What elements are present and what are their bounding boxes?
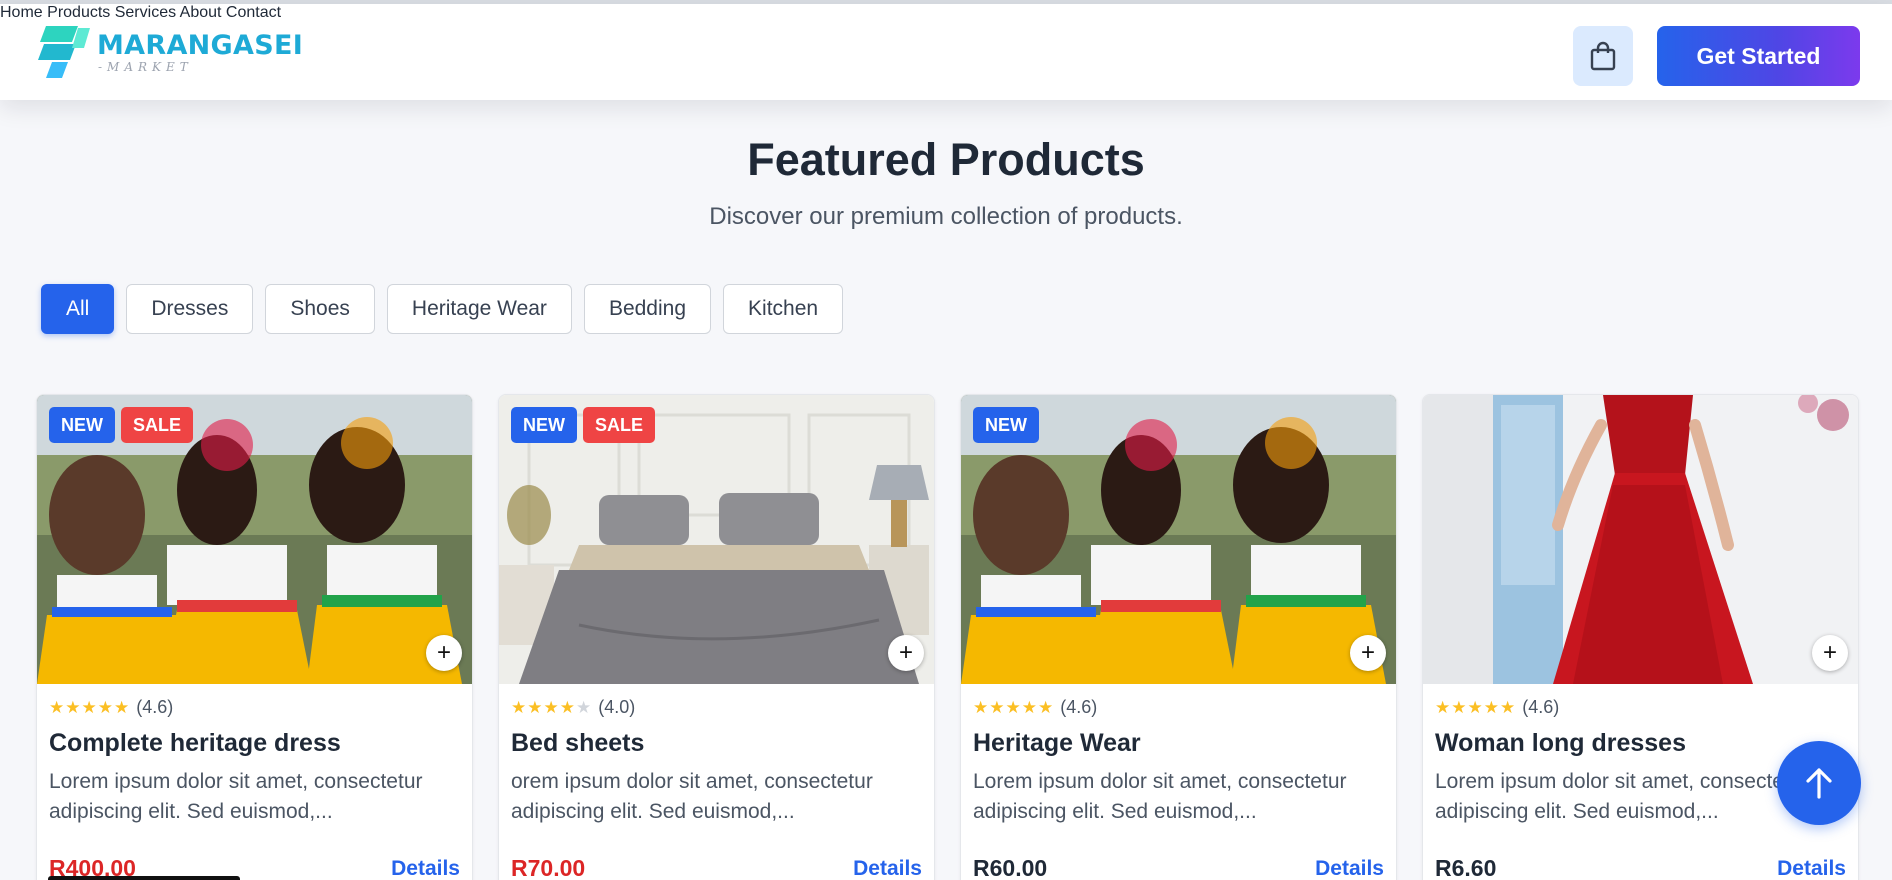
product-description: orem ipsum dolor sit amet, consectetur a…	[511, 767, 929, 827]
filter-all[interactable]: All	[41, 284, 115, 334]
nav-contact[interactable]: Contact	[226, 4, 281, 21]
sale-badge: SALE	[121, 407, 194, 443]
plus-icon[interactable]: +	[888, 635, 924, 671]
plus-icon[interactable]: +	[1812, 635, 1848, 671]
brand-logo[interactable]: MARANGASEI -MARKET	[38, 26, 303, 82]
brand-name: MARANGASEI	[97, 30, 304, 61]
product-card[interactable]: NEW SALE + ★★★★★ (4.6) Complete heritage…	[36, 394, 473, 880]
star-rating-icon: ★★★★★	[49, 697, 131, 717]
page-title: Featured Products	[747, 134, 1145, 185]
dress-photo	[1423, 395, 1858, 684]
details-link[interactable]: Details	[853, 857, 922, 880]
description-line: adipiscing elit. Sed euismod,...	[973, 800, 1257, 823]
badge-group: NEW SALE	[511, 407, 656, 443]
product-rating: ★★★★★ (4.6)	[1435, 697, 1559, 718]
filter-bedding[interactable]: Bedding	[583, 284, 712, 334]
plus-icon[interactable]: +	[426, 635, 462, 671]
get-started-button[interactable]: Get Started	[1657, 26, 1860, 86]
filter-kitchen[interactable]: Kitchen	[723, 284, 844, 334]
nav-products[interactable]: Products	[47, 4, 110, 21]
product-name[interactable]: Bed sheets	[511, 729, 644, 758]
product-name[interactable]: Complete heritage dress	[49, 729, 341, 758]
product-card[interactable]: NEW SALE + ★★★★★ (4.0) Bed sheets orem i…	[498, 394, 935, 880]
product-rating: ★★★★★ (4.6)	[49, 697, 173, 718]
product-image-heritage[interactable]: NEW SALE +	[37, 395, 472, 684]
product-rating: ★★★★★ (4.0)	[511, 697, 635, 718]
filter-dresses[interactable]: Dresses	[126, 284, 254, 334]
star-rating-icon: ★★★★★	[511, 697, 593, 717]
arrow-up-icon	[1806, 768, 1832, 799]
rating-value: (4.0)	[598, 697, 636, 717]
product-image-long-dress[interactable]: +	[1423, 395, 1858, 684]
product-price: R60.00	[973, 855, 1048, 880]
nav-services[interactable]: Services	[115, 4, 176, 21]
details-link[interactable]: Details	[1777, 857, 1846, 880]
product-card[interactable]: NEW + ★★★★★ (4.6) Heritage Wear Lorem ip…	[960, 394, 1397, 880]
star-rating-icon: ★★★★★	[973, 697, 1055, 717]
product-image-bedsheets[interactable]: NEW SALE +	[499, 395, 934, 684]
description-line: Lorem ipsum dolor sit amet, consectetur	[49, 770, 423, 793]
product-price: R6.60	[1435, 855, 1497, 880]
product-rating: ★★★★★ (4.6)	[973, 697, 1097, 718]
filter-shoes[interactable]: Shoes	[265, 284, 375, 334]
scroll-to-top-button[interactable]	[1777, 741, 1861, 825]
sale-badge: SALE	[583, 407, 656, 443]
product-name[interactable]: Woman long dresses	[1435, 729, 1686, 758]
cart-button[interactable]	[1573, 26, 1633, 86]
details-link[interactable]: Details	[1315, 857, 1384, 880]
navbar: MARANGASEI -MARKET Home Products Service…	[0, 4, 1892, 100]
badge-group: NEW SALE	[49, 407, 194, 443]
rating-value: (4.6)	[1522, 697, 1560, 717]
description-line: adipiscing elit. Sed euismod,...	[511, 800, 795, 823]
bottom-bar	[48, 876, 240, 880]
category-filters: All Dresses Shoes Heritage Wear Bedding …	[41, 284, 844, 334]
new-badge: NEW	[973, 407, 1039, 443]
product-price: R70.00	[511, 855, 586, 880]
product-name[interactable]: Heritage Wear	[973, 729, 1141, 758]
description-line: adipiscing elit. Sed euismod,...	[49, 800, 333, 823]
shopping-bag-icon	[1590, 41, 1616, 71]
product-description: Lorem ipsum dolor sit amet, consectetur …	[973, 767, 1391, 827]
new-badge: NEW	[49, 407, 115, 443]
new-badge: NEW	[511, 407, 577, 443]
plus-icon[interactable]: +	[1350, 635, 1386, 671]
brand-sub: -MARKET	[98, 60, 193, 74]
description-line: orem ipsum dolor sit amet, consectetur	[511, 770, 873, 793]
details-link[interactable]: Details	[391, 857, 460, 880]
filter-heritage-wear[interactable]: Heritage Wear	[386, 284, 572, 334]
badge-group: NEW	[973, 407, 1039, 443]
logo-mark-icon	[38, 26, 90, 78]
page-subtitle: Discover our premium collection of produ…	[709, 203, 1183, 230]
rating-value: (4.6)	[1060, 697, 1098, 717]
description-line: Lorem ipsum dolor sit amet, consectetur	[973, 770, 1347, 793]
nav-about[interactable]: About	[180, 4, 222, 21]
product-image-heritage-wear[interactable]: NEW +	[961, 395, 1396, 684]
product-description: Lorem ipsum dolor sit amet, consectetur …	[49, 767, 467, 827]
star-rating-icon: ★★★★★	[1435, 697, 1517, 717]
nav-home[interactable]: Home	[0, 4, 43, 21]
rating-value: (4.6)	[136, 697, 174, 717]
